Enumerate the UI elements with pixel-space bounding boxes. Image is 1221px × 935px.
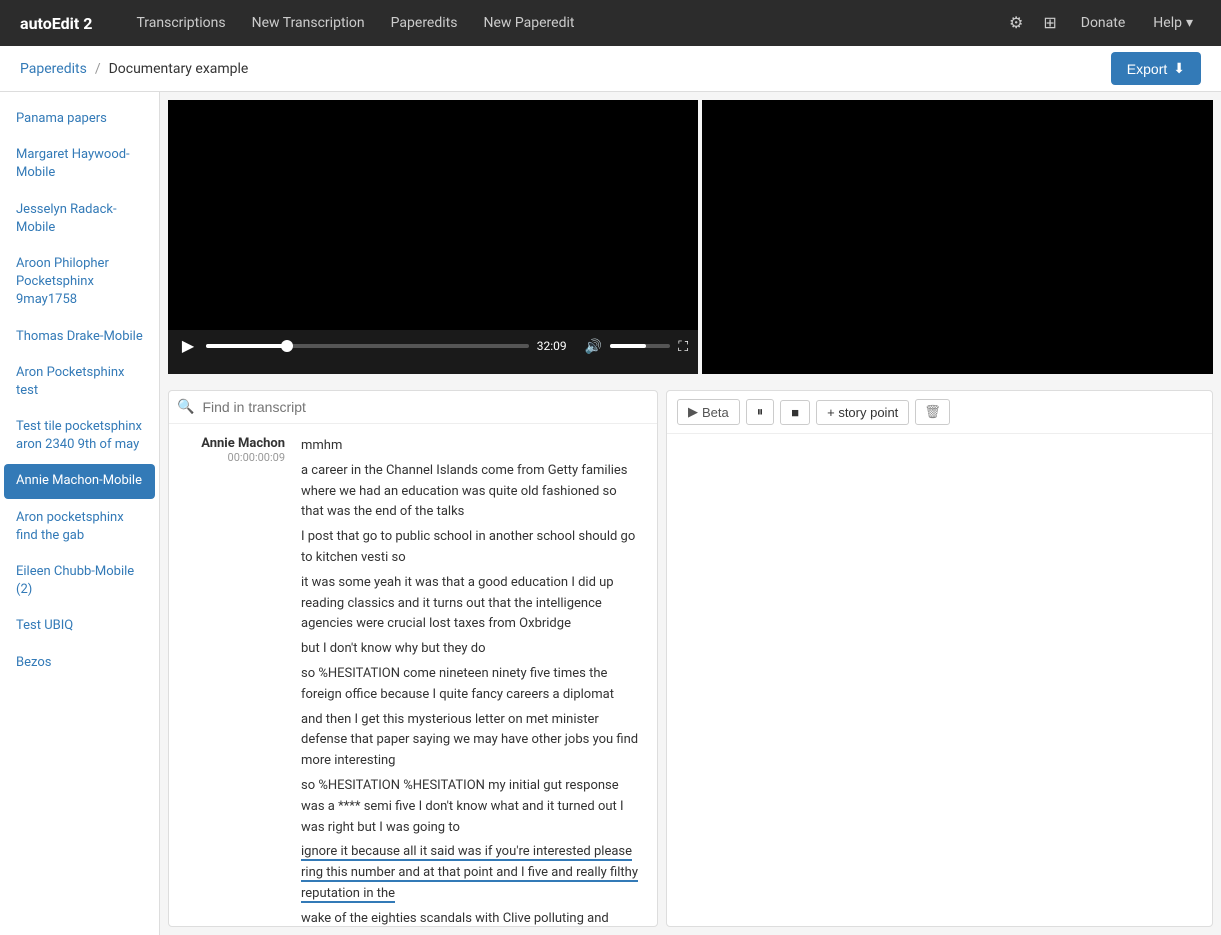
sidebar-item-jesselyn-radack[interactable]: Jesselyn Radack-Mobile: [4, 193, 155, 245]
search-icon: 🔍: [177, 399, 194, 415]
navbar: autoEdit 2 Transcriptions New Transcript…: [0, 0, 1221, 46]
fullscreen-button[interactable]: ⛶: [678, 338, 688, 355]
highlighted-text: ignore it because all it said was if you…: [301, 844, 638, 903]
pause-icon: ⏸: [757, 404, 764, 420]
transcript-line-1: a career in the Channel Islands come fro…: [301, 461, 641, 523]
video-controls: ▶ 32:09 🔊 ⛶: [168, 330, 698, 362]
sidebar-item-aron-pocketsphinx-test[interactable]: Aron Pocketsphinx test: [4, 356, 155, 408]
nav-new-transcription[interactable]: New Transcription: [242, 9, 375, 37]
transcript-line-6: and then I get this mysterious letter on…: [301, 710, 641, 772]
transcript-story-row: 🔍 Annie Machon 00:00:00:09 mmhm a career…: [160, 382, 1221, 935]
story-point-label: + story point: [827, 405, 898, 420]
app-brand: autoEdit 2: [20, 14, 92, 33]
help-dropdown[interactable]: Help ▾: [1145, 11, 1201, 35]
sidebar-item-bezos[interactable]: Bezos: [4, 646, 155, 680]
sidebar-item-aron-gab[interactable]: Aron pocketsphinx find the gab: [4, 501, 155, 553]
sidebar-item-panama-papers[interactable]: Panama papers: [4, 102, 155, 136]
export-label: Export: [1127, 61, 1167, 77]
content-area: ▶ 32:09 🔊 ⛶: [160, 92, 1221, 935]
nav-paperedits[interactable]: Paperedits: [381, 9, 468, 37]
beta-button[interactable]: ▶ Beta: [677, 399, 740, 425]
transcript-text-body: mmhm a career in the Channel Islands com…: [301, 436, 641, 926]
story-toolbar: ▶ Beta ⏸ ■ + story point 🗑: [667, 391, 1212, 434]
stop-icon: ■: [791, 405, 799, 420]
breadcrumb-parent[interactable]: Paperedits: [20, 61, 87, 77]
help-label: Help: [1153, 15, 1182, 31]
navbar-icons: ⚙ ⊞ Donate Help ▾: [1005, 9, 1201, 37]
transcript-line-0: mmhm: [301, 436, 641, 457]
transcript-line-9: wake of the eighties scandals with Clive…: [301, 909, 641, 926]
stop-button[interactable]: ■: [780, 400, 810, 425]
story-panel: ▶ Beta ⏸ ■ + story point 🗑: [666, 390, 1213, 927]
transcript-panel: 🔍 Annie Machon 00:00:00:09 mmhm a career…: [168, 390, 658, 927]
sidebar-item-aroon-philopher[interactable]: Aroon Philopher Pocketsphinx 9may1758: [4, 247, 155, 318]
nav-new-paperedit[interactable]: New Paperedit: [473, 9, 584, 37]
play-button[interactable]: ▶: [178, 336, 198, 356]
sidebar-item-margaret-haywood[interactable]: Margaret Haywood-Mobile: [4, 138, 155, 190]
sidebar-item-eileen-chubb[interactable]: Eileen Chubb-Mobile (2): [4, 555, 155, 607]
transcript-line-5: so %HESITATION come nineteen ninety five…: [301, 664, 641, 706]
story-point-button[interactable]: + story point: [816, 400, 909, 425]
speaker-time: 00:00:00:09: [185, 451, 285, 464]
sidebar-item-test-tile[interactable]: Test tile pocketsphinx aron 2340 9th of …: [4, 410, 155, 462]
nav-links: Transcriptions New Transcription Papered…: [126, 9, 981, 37]
volume-bar[interactable]: [610, 344, 670, 348]
progress-handle: [281, 340, 293, 352]
transcript-line-7: so %HESITATION %HESITATION my initial gu…: [301, 776, 641, 838]
transcript-line-3: it was some yeah it was that a good educ…: [301, 573, 641, 635]
time-display: 32:09: [537, 339, 577, 353]
chevron-down-icon: ▾: [1186, 15, 1193, 31]
breadcrumb-bar: Paperedits / Documentary example Export …: [0, 46, 1221, 92]
transcript-entry: Annie Machon 00:00:00:09 mmhm a career i…: [185, 436, 641, 926]
video-player: ▶ 32:09 🔊 ⛶: [168, 100, 698, 374]
sidebar-item-annie-machon[interactable]: Annie Machon-Mobile: [4, 464, 155, 498]
volume-button[interactable]: 🔊: [585, 338, 602, 355]
breadcrumb-separator: /: [95, 61, 101, 77]
download-icon: ⬇: [1173, 60, 1185, 77]
export-button[interactable]: Export ⬇: [1111, 52, 1201, 85]
search-input[interactable]: [202, 399, 649, 415]
nav-transcriptions[interactable]: Transcriptions: [126, 9, 235, 37]
beta-label: Beta: [702, 405, 729, 420]
speaker-name: Annie Machon: [185, 436, 285, 451]
paperedit-panel: [702, 100, 1213, 374]
main-layout: Panama papers Margaret Haywood-Mobile Je…: [0, 92, 1221, 935]
play-triangle-icon: ▶: [688, 404, 698, 420]
volume-fill: [610, 344, 646, 348]
video-paperedit-row: ▶ 32:09 🔊 ⛶: [160, 92, 1221, 382]
trash-icon: 🗑: [924, 404, 941, 419]
breadcrumb: Paperedits / Documentary example: [20, 61, 248, 77]
sidebar-item-test-ubiq[interactable]: Test UBIQ: [4, 609, 155, 643]
search-bar: 🔍: [169, 391, 657, 424]
video-progress-bar[interactable]: [206, 344, 529, 348]
breadcrumb-current: Documentary example: [109, 61, 249, 77]
progress-fill: [206, 344, 287, 348]
transcript-line-8: ignore it because all it said was if you…: [301, 842, 641, 904]
donate-link[interactable]: Donate: [1073, 11, 1134, 35]
sidebar: Panama papers Margaret Haywood-Mobile Je…: [0, 92, 160, 935]
transcript-content[interactable]: Annie Machon 00:00:00:09 mmhm a career i…: [169, 424, 657, 926]
video-screen: [168, 100, 698, 330]
pause-button[interactable]: ⏸: [746, 399, 775, 425]
transcript-line-2: I post that go to public school in anoth…: [301, 527, 641, 569]
delete-button[interactable]: 🗑: [915, 399, 950, 425]
grid-icon[interactable]: ⊞: [1039, 9, 1060, 37]
speaker-info: Annie Machon 00:00:00:09: [185, 436, 285, 926]
transcript-line-4: but I don't know why but they do: [301, 639, 641, 660]
sidebar-item-thomas-drake[interactable]: Thomas Drake-Mobile: [4, 320, 155, 354]
settings-icon[interactable]: ⚙: [1005, 9, 1027, 37]
